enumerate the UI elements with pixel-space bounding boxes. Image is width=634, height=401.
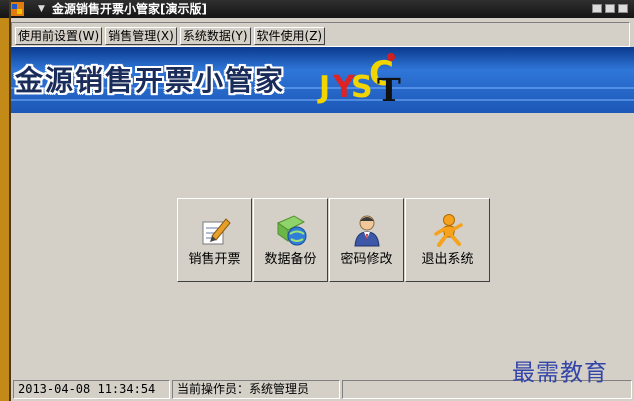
window-controls (592, 4, 628, 13)
menu-system-data[interactable]: 系统数据(Y) (179, 27, 251, 45)
backup-globe-icon (276, 215, 306, 246)
menu-bar: 使用前设置(W) 销售管理(X) 系统数据(Y) 软件使用(Z) (15, 27, 326, 45)
user-key-icon (353, 215, 380, 247)
window-title: 金源销售开票小管家[演示版] (52, 2, 207, 16)
maximize-button[interactable] (605, 4, 615, 13)
menu-setup[interactable]: 使用前设置(W) (15, 27, 103, 45)
menu-software-use[interactable]: 软件使用(Z) (253, 27, 326, 45)
banner-title: 金源销售开票小管家 (15, 64, 286, 97)
app-window: ▼ 金源销售开票小管家[演示版] 使用前设置(W) 销售管理(X) 系统数据(Y… (0, 0, 634, 401)
status-datetime: 2013-04-08 11:34:54 (13, 380, 170, 399)
status-operator: 当前操作员：系统管理员 (172, 380, 340, 399)
exit-system-button[interactable]: 退出系统 (405, 198, 490, 282)
data-backup-label: 数据备份 (264, 252, 317, 267)
watermark-text: 最需教育 (512, 360, 608, 386)
system-menu-arrow-icon[interactable]: ▼ (38, 3, 45, 15)
exit-system-label: 退出系统 (421, 252, 474, 267)
close-button[interactable] (618, 4, 628, 13)
menu-sales[interactable]: 销售管理(X) (105, 27, 177, 45)
brand-logo: J Y S C T (307, 51, 407, 109)
invoice-pen-icon (202, 218, 231, 245)
password-change-label: 密码修改 (340, 252, 393, 267)
logo-dot-icon (387, 53, 395, 61)
function-buttons: 销售开票 数据备份 密码修改 退出系统 (177, 198, 490, 282)
sales-invoice-button[interactable]: 销售开票 (177, 198, 252, 282)
logo-letter-j: J (319, 70, 331, 105)
logo-letter-t: T (377, 71, 401, 109)
header-banner: 金源销售开票小管家 J Y S C T (11, 47, 634, 113)
menu-bar-frame: 使用前设置(W) 销售管理(X) 系统数据(Y) 软件使用(Z) (11, 22, 630, 47)
app-logo-icon[interactable] (8, 1, 28, 17)
data-backup-button[interactable]: 数据备份 (253, 198, 328, 282)
sales-invoice-label: 销售开票 (188, 252, 241, 267)
minimize-button[interactable] (592, 4, 602, 13)
main-content: 销售开票 数据备份 密码修改 退出系统 (11, 113, 634, 376)
password-change-button[interactable]: 密码修改 (329, 198, 404, 282)
title-bar[interactable]: ▼ 金源销售开票小管家[演示版] (0, 0, 634, 18)
exit-person-icon (433, 214, 463, 247)
